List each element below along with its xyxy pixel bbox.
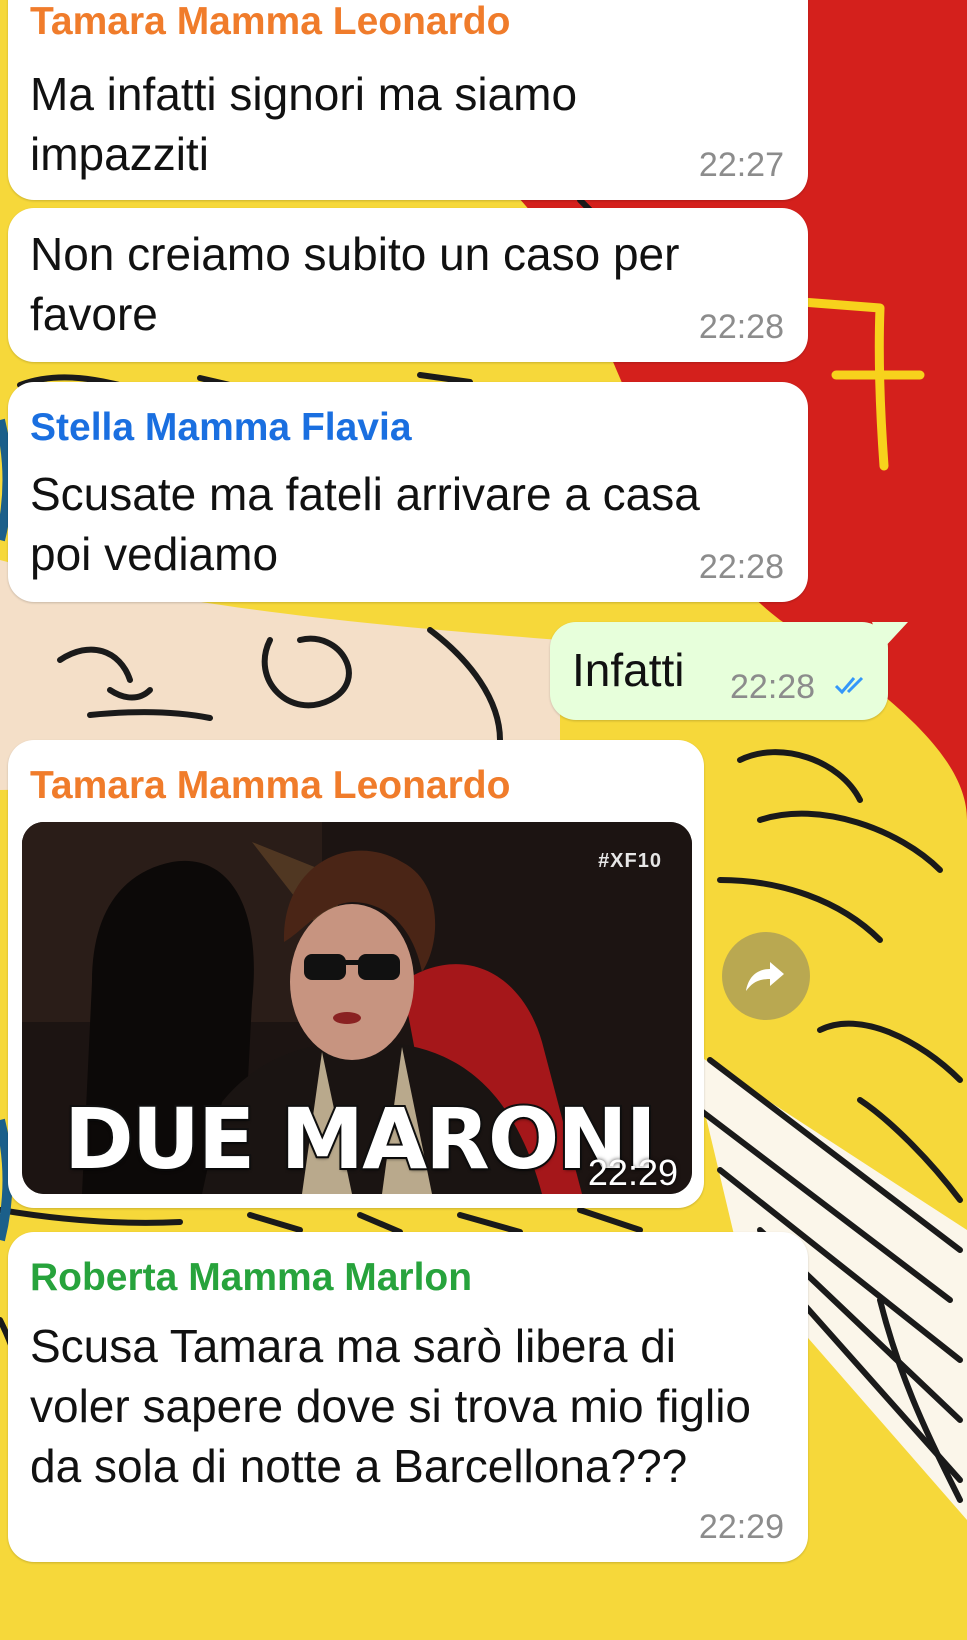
message-time: 22:29 — [698, 1508, 784, 1546]
outgoing-message-bubble[interactable]: Infatti 22:28 — [550, 622, 888, 720]
message-time: 22:29 — [587, 1152, 678, 1193]
message-bubble[interactable]: Roberta Mamma Marlon Scusa Tamara ma sar… — [8, 1232, 808, 1562]
message-text: Non creiamo subito un caso per favore — [30, 228, 680, 340]
message-time: 22:28 — [698, 308, 784, 346]
sender-name[interactable]: Roberta Mamma Marlon — [30, 1256, 472, 1300]
gif-hashtag: #XF10 — [598, 850, 662, 872]
message-bubble[interactable]: Tamara Mamma Leonardo Ma infatti signori… — [8, 0, 808, 200]
message-text: Infatti — [572, 644, 685, 696]
sender-name[interactable]: Tamara Mamma Leonardo — [30, 764, 510, 808]
gif-caption: DUE MARONI — [62, 1088, 659, 1190]
forward-button[interactable] — [722, 932, 810, 1020]
message-bubble[interactable]: Non creiamo subito un caso per favore 22… — [8, 208, 808, 362]
gif-media[interactable]: #XF10 DUE MARONI 22:29 — [22, 822, 692, 1194]
sender-name[interactable]: Stella Mamma Flavia — [30, 406, 412, 450]
message-text: Scusa Tamara ma sarò libera di voler sap… — [30, 1320, 751, 1492]
double-check-read-icon — [834, 676, 864, 695]
message-text: Scusate ma fateli arrivare a casa poi ve… — [30, 468, 700, 580]
forward-arrow-icon — [746, 962, 784, 991]
message-time: 22:28 — [698, 548, 784, 586]
message-text: Ma infatti signori ma siamo impazziti — [30, 68, 578, 180]
message-time: 22:27 — [698, 146, 784, 184]
message-bubble[interactable]: Stella Mamma Flavia Scusate ma fateli ar… — [8, 382, 808, 602]
message-time: 22:28 — [730, 668, 816, 706]
bubble-tail — [872, 622, 908, 650]
gif-message-bubble[interactable]: Tamara Mamma Leonardo #XF10 DUE MARONI 2… — [8, 740, 704, 1208]
sender-name[interactable]: Tamara Mamma Leonardo — [30, 0, 510, 44]
